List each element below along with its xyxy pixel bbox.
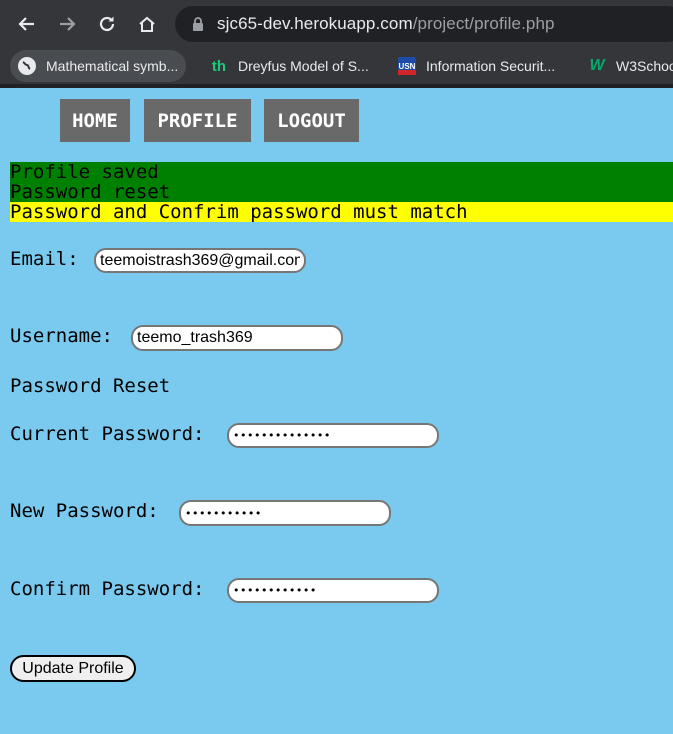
bookmarks-bar: Mathematical symb... th Dreyfus Model of… — [0, 48, 673, 84]
confirm-password-label: Confirm Password: — [10, 578, 205, 600]
bookmark-mathematical-symbols[interactable]: Mathematical symb... — [10, 50, 187, 82]
globe-icon — [18, 57, 36, 75]
reload-button[interactable] — [94, 11, 120, 37]
new-password-label: New Password: — [10, 500, 159, 522]
username-field[interactable] — [131, 325, 343, 351]
url-host: sjc65-dev.herokuapp.com — [217, 14, 413, 33]
back-arrow-icon — [18, 17, 34, 31]
w3schools-icon: W — [589, 57, 605, 74]
nav-logout-link[interactable]: LOGOUT — [264, 99, 359, 142]
bookmark-information-security[interactable]: USN Information Securit... — [398, 50, 555, 82]
bookmark-label: W3Schoo — [616, 58, 673, 74]
browser-chrome: sjc65-dev.herokuapp.com/project/profile.… — [0, 0, 673, 88]
lock-icon — [193, 17, 203, 31]
flash-message-warning: Password and Confrim password must match — [10, 202, 673, 222]
home-button[interactable] — [134, 11, 160, 37]
th-icon: th — [211, 57, 227, 75]
bookmark-label: Information Securit... — [426, 58, 556, 74]
back-button[interactable] — [14, 11, 40, 37]
flash-message-success: Profile saved — [10, 162, 673, 182]
email-field[interactable] — [94, 248, 306, 273]
reload-icon — [99, 16, 115, 32]
password-reset-heading: Password Reset — [10, 375, 171, 397]
forward-arrow-icon — [60, 17, 76, 31]
confirm-password-field[interactable] — [227, 578, 439, 603]
nav-profile-link[interactable]: PROFILE — [144, 99, 251, 142]
current-password-label: Current Password: — [10, 423, 205, 445]
bookmark-w3schools[interactable]: W W3Schoo — [588, 50, 673, 82]
current-password-field[interactable] — [227, 423, 439, 448]
forward-button[interactable] — [54, 11, 80, 37]
url-text: sjc65-dev.herokuapp.com/project/profile.… — [217, 14, 555, 34]
flash-message-success: Password reset — [10, 182, 673, 202]
usn-icon: USN — [398, 57, 416, 75]
bookmark-dreyfus-model[interactable]: th Dreyfus Model of S... — [210, 50, 369, 82]
new-password-field[interactable] — [179, 500, 391, 526]
bookmark-label: Mathematical symb... — [46, 58, 179, 74]
address-bar[interactable]: sjc65-dev.herokuapp.com/project/profile.… — [175, 6, 673, 42]
bookmark-label: Dreyfus Model of S... — [238, 58, 369, 74]
url-path: /project/profile.php — [412, 14, 555, 33]
email-label: Email: — [10, 248, 79, 270]
nav-home-link[interactable]: HOME — [60, 99, 130, 142]
home-icon — [139, 16, 155, 32]
username-label: Username: — [10, 325, 113, 347]
browser-toolbar: sjc65-dev.herokuapp.com/project/profile.… — [0, 0, 673, 48]
update-profile-button[interactable]: Update Profile — [10, 655, 136, 682]
